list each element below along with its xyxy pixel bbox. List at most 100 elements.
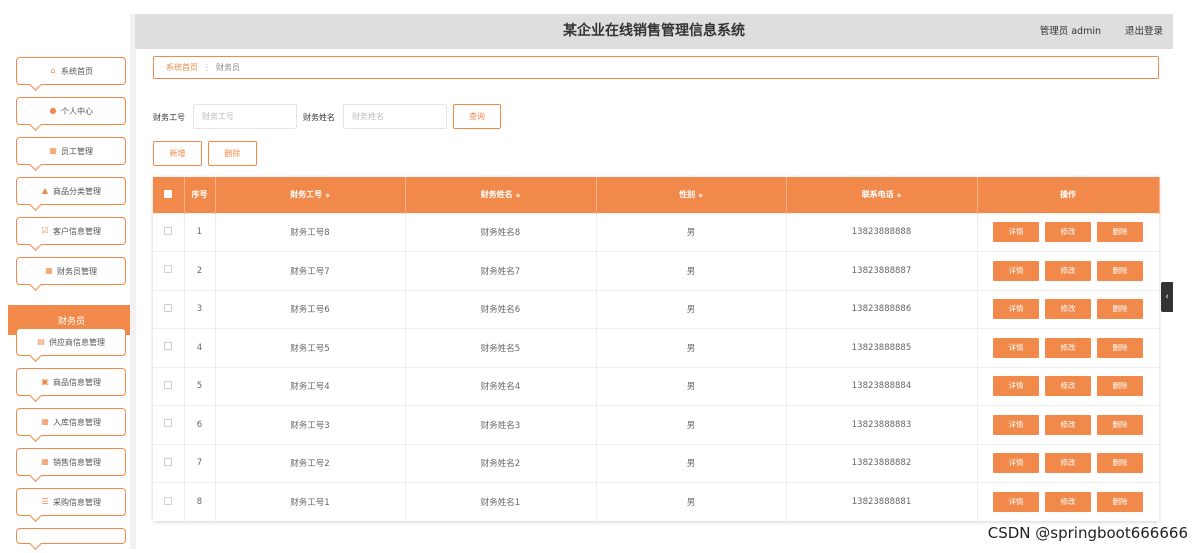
edit-button[interactable]: 修改 [1045, 222, 1091, 243]
cell-ops: 详情 修改 删除 [977, 482, 1160, 521]
cell-gender: 男 [596, 251, 787, 290]
batch-delete-button[interactable]: 删除 [208, 141, 257, 166]
sidebar-item-product[interactable]: ▣ 商品信息管理 [16, 368, 126, 396]
detail-button[interactable]: 详情 [993, 260, 1039, 281]
select-all-checkbox[interactable] [164, 189, 173, 198]
edit-button[interactable]: 修改 [1045, 453, 1091, 474]
col-staff-id-header[interactable]: 财务工号 ◆ [215, 177, 406, 213]
row-checkbox[interactable] [164, 226, 173, 235]
row-delete-button[interactable]: 删除 [1097, 492, 1143, 512]
edit-button[interactable]: 修改 [1045, 376, 1091, 397]
detail-button[interactable]: 详情 [993, 337, 1039, 358]
edit-button[interactable]: 修改 [1045, 414, 1091, 435]
sidebar-item-staff[interactable]: ▦ 员工管理 [16, 137, 126, 165]
detail-button[interactable]: 详情 [993, 414, 1039, 435]
row-checkbox[interactable] [164, 303, 173, 312]
row-delete-button[interactable]: 删除 [1097, 337, 1143, 358]
row-checkbox[interactable] [164, 457, 173, 466]
detail-button[interactable]: 详情 [993, 299, 1039, 320]
collapse-panel-tab[interactable]: ‹ [1161, 282, 1173, 312]
sidebar-item-finance[interactable]: ▦ 财务员管理 [16, 257, 126, 285]
row-checkbox-cell[interactable] [153, 482, 185, 521]
cell-gender: 男 [596, 328, 787, 367]
row-delete-button[interactable]: 删除 [1097, 453, 1143, 474]
sidebar-item-stock-in[interactable]: ▦ 入库信息管理 [16, 408, 126, 436]
sidebar-item-supplier[interactable]: ▤ 供应商信息管理 [16, 328, 126, 356]
sort-icon[interactable]: ◆ [897, 192, 902, 199]
finance-staff-table: 序号 财务工号 ◆ 财务姓名 ◆ 性别 ◆ 联系电话 ◆ 操作 1 财务工号8 财务姓名8 男… [153, 177, 1160, 521]
row-checkbox-cell[interactable] [153, 212, 185, 252]
cell-index: 1 [184, 212, 216, 252]
edit-button[interactable]: 修改 [1045, 299, 1091, 320]
row-checkbox-cell[interactable] [153, 443, 185, 483]
staff-id-label: 财务工号 [153, 113, 185, 122]
sort-icon[interactable]: ◆ [516, 192, 521, 199]
table-icon: ▤ [37, 337, 45, 346]
detail-button[interactable]: 详情 [993, 376, 1039, 397]
row-checkbox-cell[interactable] [153, 289, 185, 329]
list-icon: ☰ [41, 497, 49, 506]
row-delete-button[interactable]: 删除 [1097, 260, 1143, 281]
row-delete-button[interactable]: 删除 [1097, 414, 1143, 435]
cell-phone: 13823888881 [786, 482, 978, 521]
cell-gender: 男 [596, 482, 787, 521]
logout-link[interactable]: 退出登录 [1125, 14, 1163, 49]
row-checkbox[interactable] [164, 342, 173, 351]
query-button[interactable]: 查询 [453, 104, 501, 129]
row-checkbox-cell[interactable] [153, 251, 185, 290]
sidebar-item-profile[interactable]: ● 个人中心 [16, 97, 126, 125]
cell-index: 8 [184, 482, 216, 521]
edit-button[interactable]: 修改 [1045, 260, 1091, 281]
col-staff-name-header[interactable]: 财务姓名 ◆ [405, 177, 597, 213]
cell-gender: 男 [596, 289, 787, 329]
sidebar-item-partial[interactable] [16, 528, 126, 544]
edit-button[interactable]: 修改 [1045, 337, 1091, 358]
sidebar-item-category[interactable]: ▲ 商品分类管理 [16, 177, 126, 205]
col-gender-header[interactable]: 性别 ◆ [596, 177, 787, 213]
cell-index: 4 [184, 328, 216, 367]
sidebar-item-purchase[interactable]: ☰ 采购信息管理 [16, 488, 126, 516]
sidebar-item-label: 财务员管理 [57, 266, 97, 276]
breadcrumb-home[interactable]: 系统首页 [166, 62, 198, 73]
grid-icon: ▦ [41, 457, 49, 466]
sort-icon[interactable]: ◆ [325, 192, 330, 199]
row-checkbox[interactable] [164, 419, 173, 428]
row-checkbox[interactable] [164, 496, 173, 505]
edit-button[interactable]: 修改 [1045, 492, 1091, 512]
row-delete-button[interactable]: 删除 [1097, 376, 1143, 397]
current-user: 管理员 admin [1039, 26, 1101, 37]
staff-name-input[interactable] [343, 104, 447, 129]
cell-gender: 男 [596, 443, 787, 483]
row-delete-button[interactable]: 删除 [1097, 222, 1143, 243]
table-row: 1 财务工号8 财务姓名8 男 13823888888 详情 修改 删除 [153, 212, 1160, 252]
table-header-row: 序号 财务工号 ◆ 财务姓名 ◆ 性别 ◆ 联系电话 ◆ 操作 [153, 177, 1160, 213]
row-checkbox[interactable] [164, 265, 173, 274]
detail-button[interactable]: 详情 [993, 492, 1039, 512]
row-checkbox-cell[interactable] [153, 328, 185, 367]
row-delete-button[interactable]: 删除 [1097, 299, 1143, 320]
cell-index: 6 [184, 405, 216, 444]
table-row: 4 财务工号5 财务姓名5 男 13823888885 详情 修改 删除 [153, 328, 1160, 367]
breadcrumb-separator: ⋮ [203, 63, 211, 72]
sort-icon[interactable]: ◆ [698, 192, 703, 199]
cell-staff-id: 财务工号6 [215, 289, 406, 329]
sidebar-item-label: 入库信息管理 [53, 417, 101, 427]
row-checkbox[interactable] [164, 380, 173, 389]
sidebar-scrollbar[interactable] [130, 14, 136, 549]
table-row: 3 财务工号6 财务姓名6 男 13823888886 详情 修改 删除 [153, 289, 1160, 329]
staff-id-input[interactable] [193, 104, 297, 129]
row-checkbox-cell[interactable] [153, 405, 185, 444]
sidebar-item-home[interactable]: ⌂ 系统首页 [16, 57, 126, 85]
select-all-header[interactable] [153, 177, 185, 213]
cell-ops: 详情 修改 删除 [977, 328, 1160, 367]
detail-button[interactable]: 详情 [993, 222, 1039, 243]
add-button[interactable]: 新增 [153, 141, 202, 166]
row-checkbox-cell[interactable] [153, 366, 185, 406]
sidebar-item-customer[interactable]: ☑ 客户信息管理 [16, 217, 126, 245]
detail-button[interactable]: 详情 [993, 453, 1039, 474]
sidebar-item-sales[interactable]: ▦ 销售信息管理 [16, 448, 126, 476]
cell-staff-name: 财务姓名2 [405, 443, 597, 483]
cell-phone: 13823888883 [786, 405, 978, 444]
breadcrumb: 系统首页 ⋮ 财务员 [153, 56, 1159, 79]
col-phone-header[interactable]: 联系电话 ◆ [786, 177, 978, 213]
